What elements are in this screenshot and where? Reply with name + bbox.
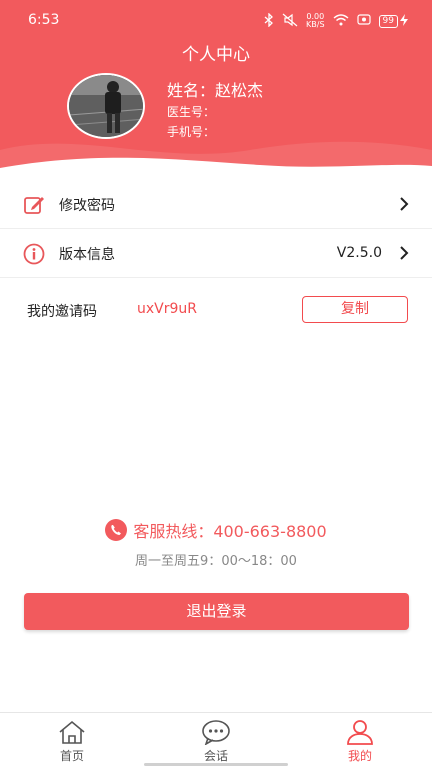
status-time: 6:53	[28, 12, 60, 28]
wifi-icon	[333, 13, 349, 29]
phone-number: 手机号：	[167, 125, 216, 139]
user-icon	[347, 720, 373, 745]
charging-icon	[400, 13, 408, 29]
profile-header: 6:53 0.00 KB/S 99 个人中心 姓名：赵松杰 医生号： 手机号：	[0, 0, 432, 175]
nav-mine[interactable]: 我的	[330, 719, 390, 764]
phone-icon	[105, 519, 128, 541]
home-icon	[59, 720, 85, 744]
bluetooth-icon	[264, 11, 274, 30]
bottom-nav: 首页 会话 我的	[0, 712, 432, 768]
nav-mine-label: 我的	[347, 749, 372, 763]
user-name: 姓名：赵松杰	[167, 81, 264, 100]
nav-chat-label: 会话	[203, 749, 228, 763]
chevron-right-icon	[398, 244, 410, 262]
nav-home-label: 首页	[59, 749, 84, 763]
version-info-label: 版本信息	[59, 247, 115, 263]
home-indicator	[144, 763, 288, 766]
change-password-label: 修改密码	[59, 198, 115, 214]
avatar[interactable]	[67, 73, 145, 139]
invite-code-value: uxVr9uR	[137, 301, 197, 317]
nav-home[interactable]: 首页	[42, 719, 102, 764]
info-icon	[23, 243, 45, 265]
hotline-text: 客服热线：400-663-8800	[133, 522, 327, 541]
battery-indicator: 99	[378, 13, 408, 29]
logout-button[interactable]: 退出登录	[24, 593, 409, 630]
net-speed-unit: KB/S	[306, 20, 325, 29]
version-info-item[interactable]: 版本信息 V2.5.0	[0, 229, 432, 278]
invite-code-row: 我的邀请码 uxVr9uR 复制	[0, 286, 432, 332]
doctor-number: 医生号：	[167, 105, 216, 119]
version-value: V2.5.0	[336, 245, 382, 261]
status-bar: 6:53 0.00 KB/S 99	[0, 0, 432, 40]
chevron-right-icon	[398, 195, 410, 213]
change-password-item[interactable]: 修改密码	[0, 180, 432, 229]
customer-hotline[interactable]: 客服热线：400-663-8800	[0, 518, 432, 542]
invite-code-label: 我的邀请码	[27, 304, 97, 320]
service-hours: 周一至周五9：00～18：00	[135, 554, 297, 569]
mute-icon	[282, 13, 298, 30]
header-wave	[0, 141, 432, 175]
status-icons: 0.00 KB/S 99	[264, 11, 408, 30]
battery-level: 99	[378, 14, 398, 28]
net-speed: 0.00 KB/S	[306, 13, 325, 29]
page-title: 个人中心	[182, 45, 250, 65]
copy-button[interactable]: 复制	[302, 296, 408, 323]
chat-bubble-icon	[202, 720, 230, 745]
edit-icon	[23, 194, 45, 216]
screen-record-icon	[356, 14, 371, 28]
nav-chat[interactable]: 会话	[186, 719, 246, 764]
